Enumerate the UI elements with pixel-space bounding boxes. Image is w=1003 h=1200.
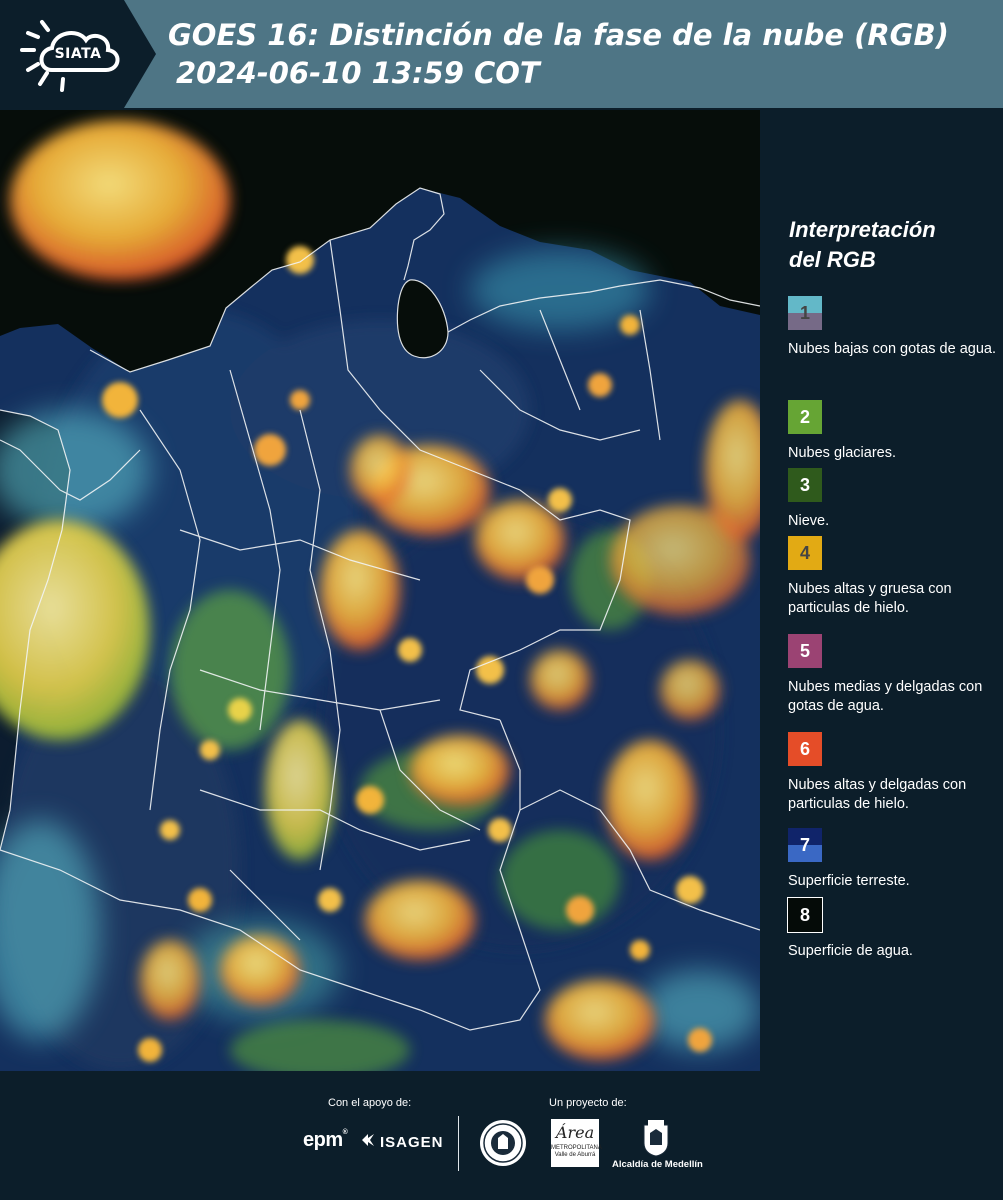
legend-label: Superficie de agua.	[788, 943, 913, 959]
legend-label: Nubes bajas con gotas de agua.	[788, 341, 996, 357]
legend-label: Nubes altas y gruesa con particulas de h…	[788, 581, 952, 616]
footer-divider	[458, 1116, 459, 1171]
legend-item: 6 Nubes altas y delgadas con particulas d…	[788, 732, 1000, 814]
satellite-rgb-map	[0, 110, 760, 1071]
legend-swatch: 3	[788, 468, 822, 502]
legend-swatch: 8	[787, 897, 823, 933]
title-line-2: 2024-06-10 13:59 COT	[176, 56, 540, 90]
alcaldia-label: Alcaldía de Medellín	[612, 1159, 703, 1170]
legend-number: 8	[799, 904, 810, 925]
page-title: GOES 16: Distinción de la fase de la nub…	[168, 16, 949, 92]
legend-title: Interpretación del RGB	[789, 217, 936, 272]
legend-item: 5 Nubes medias y delgadas con gotas de ag…	[788, 634, 1000, 716]
legend-label: Nubes altas y delgadas con particulas de…	[788, 777, 967, 812]
legend-item: 2 Nubes glaciares.	[788, 400, 1000, 463]
legend-swatch: 2	[788, 400, 822, 434]
legend-label: Nubes medias y delgadas con gotas de agu…	[788, 679, 983, 714]
support-label: Con el apoyo de:	[328, 1097, 412, 1109]
legend-number: 4	[799, 542, 810, 563]
legend-swatch: 1	[788, 296, 822, 330]
header-bar: SIATA GOES 16: Distinción de la fase de …	[0, 0, 1003, 108]
legend-number: 7	[799, 834, 810, 855]
legend-number: 2	[799, 406, 810, 427]
legend-number: 3	[799, 474, 810, 495]
legend-swatch: 7	[788, 828, 822, 862]
isagen-logo: ISAGEN	[360, 1133, 444, 1151]
legend-item: 3 Nieve.	[788, 468, 1000, 531]
logo-text: SIATA	[54, 46, 102, 62]
epm-logo: epm®	[303, 1129, 348, 1151]
legend-number: 1	[799, 302, 810, 323]
title-line-1: GOES 16: Distinción de la fase de la nub…	[168, 18, 949, 52]
area-logo-text: Área	[555, 1123, 595, 1142]
legend-item: 7 Superficie terreste.	[788, 828, 1000, 891]
legend-number: 5	[799, 640, 810, 661]
medellin-crest-icon	[643, 1120, 669, 1157]
legend-item: 8 Superficie de agua.	[787, 897, 1000, 961]
legend-swatch: 4	[788, 536, 822, 570]
footer: Con el apoyo de: Un proyecto de: epm® IS…	[0, 1071, 1003, 1200]
legend-swatch: 5	[788, 634, 822, 668]
project-label: Un proyecto de:	[549, 1097, 627, 1109]
university-seal-icon	[480, 1120, 526, 1166]
legend-item: 1 Nubes bajas con gotas de agua.	[788, 296, 1000, 359]
isagen-mark-icon	[360, 1133, 378, 1151]
legend-number: 6	[799, 738, 810, 759]
legend-swatch: 6	[788, 732, 822, 766]
legend-label: Nieve.	[788, 513, 830, 529]
siata-logo: SIATA	[0, 0, 156, 108]
isagen-logo-text: ISAGEN	[380, 1134, 444, 1151]
legend-panel: Interpretación del RGB 1 Nubes bajas con …	[760, 110, 1003, 1071]
legend-item: 4 Nubes altas y gruesa con particulas de …	[788, 536, 1000, 618]
area-logo-subtext: METROPOLITANA Valle de Aburrá	[551, 1145, 602, 1158]
legend-label: Superficie terreste.	[788, 873, 910, 889]
area-metropolitana-logo: Área METROPOLITANA Valle de Aburrá	[551, 1119, 602, 1167]
epm-logo-text: epm	[303, 1129, 343, 1151]
legend-label: Nubes glaciares.	[788, 445, 896, 461]
